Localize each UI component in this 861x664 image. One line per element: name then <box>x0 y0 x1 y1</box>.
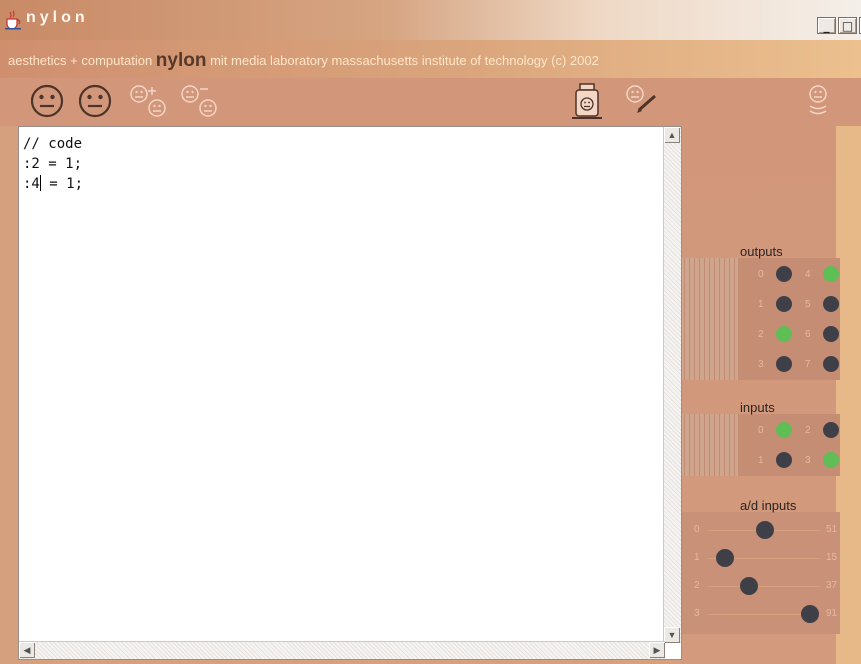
input-pin-number: 1 <box>758 455 764 466</box>
output-led-1[interactable] <box>776 296 792 312</box>
maximize-button[interactable]: □ <box>838 17 857 34</box>
code-line-rest: = 1; <box>40 176 84 192</box>
input-pin-number: 2 <box>805 425 811 436</box>
header-suffix: mit media laboratory massachusetts insti… <box>210 53 599 68</box>
ad-channel-value: 51 <box>826 524 838 535</box>
jar-icon[interactable] <box>570 82 604 122</box>
horizontal-scrollbar[interactable]: ◀ ▶ <box>19 641 665 659</box>
scroll-up-button[interactable]: ▲ <box>664 127 680 143</box>
ad-channel-number: 3 <box>694 608 700 619</box>
ad-slider-track[interactable] <box>708 586 820 587</box>
inputs-section: inputs 0 2 1 3 <box>680 400 840 476</box>
output-pin-number: 3 <box>758 359 764 370</box>
input-led-0[interactable] <box>776 422 792 438</box>
output-led-7[interactable] <box>823 356 839 372</box>
edit-face-icon[interactable] <box>625 84 661 116</box>
ad-channel-value: 91 <box>826 608 838 619</box>
code-editor[interactable]: // code :2 = 1; :4 = 1; ▲ ▼ ◀ ▶ <box>18 126 682 660</box>
input-pin-number: 3 <box>805 455 811 466</box>
output-led-4[interactable] <box>823 266 839 282</box>
output-led-5[interactable] <box>823 296 839 312</box>
output-led-3[interactable] <box>776 356 792 372</box>
ad-inputs-label: a/d inputs <box>740 498 797 513</box>
header-credits: aesthetics + computation nylon mit media… <box>8 50 599 72</box>
inputs-label: inputs <box>740 400 775 415</box>
ad-channel-value: 15 <box>826 552 838 563</box>
code-line: :4 <box>23 176 40 192</box>
title-bar: nylon _ □ ✕ <box>0 0 861 40</box>
output-led-6[interactable] <box>823 326 839 342</box>
remove-face-icon[interactable] <box>180 84 224 120</box>
output-pin-number: 7 <box>805 359 811 370</box>
ad-channel-value: 37 <box>826 580 838 591</box>
header-prefix: aesthetics + computation <box>8 53 153 68</box>
input-led-3[interactable] <box>823 452 839 468</box>
stack-face-icon[interactable] <box>806 84 830 120</box>
ad-inputs-section: a/d inputs 0 51 1 15 2 37 3 91 <box>680 498 840 634</box>
inputs-stripes <box>680 414 738 476</box>
output-led-2[interactable] <box>776 326 792 342</box>
header-strip: aesthetics + computation nylon mit media… <box>0 40 861 78</box>
output-pin-number: 4 <box>805 269 811 280</box>
minimize-button[interactable]: _ <box>817 17 836 34</box>
add-face-icon[interactable] <box>129 84 173 120</box>
brand-name: nylon <box>155 50 207 71</box>
output-led-0[interactable] <box>776 266 792 282</box>
output-pin-number: 2 <box>758 329 764 340</box>
ad-slider-knob-0[interactable] <box>756 521 775 539</box>
outputs-label: outputs <box>740 244 783 259</box>
face-icon[interactable] <box>30 84 64 118</box>
window-title: nylon <box>26 9 89 26</box>
ad-slider-knob-3[interactable] <box>800 605 819 623</box>
output-pin-number: 5 <box>805 299 811 310</box>
scroll-down-button[interactable]: ▼ <box>664 627 680 643</box>
output-pin-number: 0 <box>758 269 764 280</box>
ad-channel-number: 2 <box>694 580 700 591</box>
scroll-left-button[interactable]: ◀ <box>19 642 35 658</box>
output-pin-number: 1 <box>758 299 764 310</box>
scroll-right-button[interactable]: ▶ <box>649 642 665 658</box>
vertical-scrollbar[interactable]: ▲ ▼ <box>663 127 681 643</box>
ad-slider-knob-1[interactable] <box>715 549 734 567</box>
outputs-section: outputs 0 4 1 5 2 6 3 7 <box>680 244 840 380</box>
toolbar <box>0 78 861 126</box>
java-cup-icon <box>5 10 21 30</box>
ad-channel-number: 0 <box>694 524 700 535</box>
face-icon[interactable] <box>78 84 112 118</box>
output-pin-number: 6 <box>805 329 811 340</box>
code-text[interactable]: // code :2 = 1; :4 = 1; <box>23 134 83 194</box>
code-line: :2 = 1; <box>23 156 83 172</box>
ad-channel-number: 1 <box>694 552 700 563</box>
code-line: // code <box>23 136 83 152</box>
input-pin-number: 0 <box>758 425 764 436</box>
input-led-1[interactable] <box>776 452 792 468</box>
outputs-stripes <box>680 258 738 380</box>
input-led-2[interactable] <box>823 422 839 438</box>
